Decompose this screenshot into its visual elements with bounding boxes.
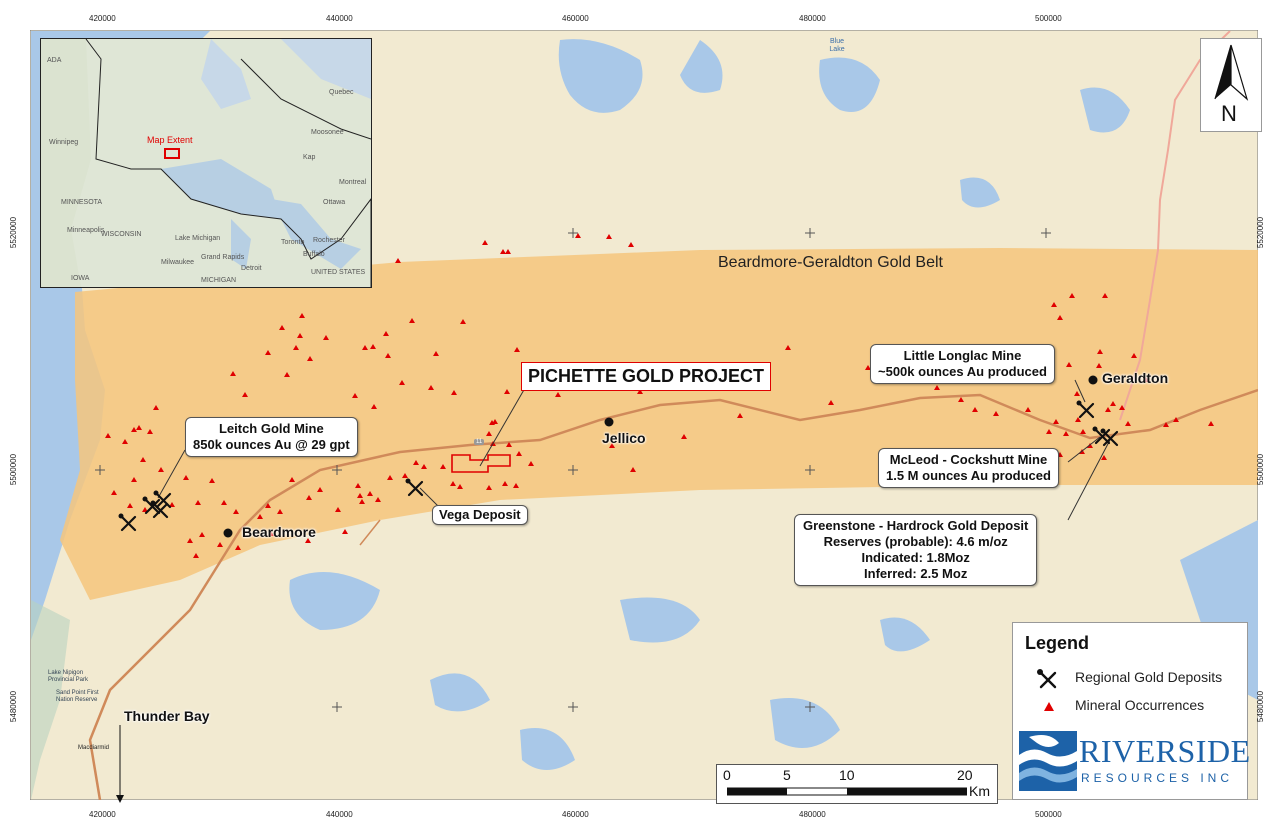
callout-little-longlac-detail: ~500k ounces Au produced: [878, 364, 1047, 379]
inset-label-detroit: Detroit: [241, 265, 262, 272]
coord-right-5520000: 5520000: [1256, 216, 1266, 249]
coord-bottom-460000: 460000: [562, 810, 589, 819]
legend-mineral-occurrences: Mineral Occurrences: [1075, 697, 1205, 713]
callout-greenstone-indicated: Indicated: 1.8Moz: [861, 550, 970, 565]
inset-label-rochester: Rochester: [313, 237, 345, 244]
macdiarmid-label: Macdiarmid: [78, 745, 110, 751]
scale-tick-5: 5: [783, 767, 791, 783]
town-thunder-bay: Thunder Bay: [124, 708, 210, 724]
scale-tick-0: 0: [723, 767, 731, 783]
inset-label-united-states: UNITED STATES: [311, 269, 366, 276]
town-geraldton: Geraldton: [1102, 370, 1169, 386]
inset-label-lake-michigan: Lake Michigan: [175, 235, 221, 242]
town-jellico: Jellico: [602, 430, 646, 446]
callout-little-longlac-title: Little Longlac Mine: [903, 348, 1022, 363]
coord-left-5480000: 5480000: [9, 690, 19, 723]
inset-label-ada: ADA: [47, 57, 62, 64]
inset-label-moosonee: Moosonee: [311, 129, 344, 136]
callout-leitch: Leitch Gold Mine 850k ounces Au @ 29 gpt: [185, 417, 358, 457]
scale-tick-20: 20: [957, 767, 973, 783]
project-label: PICHETTE GOLD PROJECT: [521, 362, 772, 391]
inset-label-michigan: MICHIGAN: [201, 277, 236, 284]
callout-greenstone-inferred: Inferred: 2.5 Moz: [864, 566, 968, 581]
callout-vega: Vega Deposit: [432, 505, 528, 525]
park-label: Lake Nipigon Provincial Park: [48, 670, 89, 683]
callout-mcleod-title: McLeod - Cockshutt Mine: [889, 452, 1048, 467]
inset-label-iowa: IOWA: [71, 275, 90, 282]
legend-regional-gold-deposits: Regional Gold Deposits: [1075, 669, 1223, 685]
coord-bottom-480000: 480000: [799, 810, 826, 819]
riverside-wave-icon: [1019, 731, 1077, 791]
logo-sub: RESOURCES INC: [1081, 771, 1234, 785]
scale-bar: 0 5 10 20 Km: [716, 764, 998, 804]
inset-label-milwaukee: Milwaukee: [161, 259, 195, 266]
reserve-label: Sand Point First Nation Reserve: [56, 690, 99, 703]
callout-vega-title: Vega Deposit: [439, 507, 521, 522]
inset-locator-map: ADA Winnipeg Quebec Moosonee Kap Ottawa …: [40, 38, 372, 288]
inset-label-minnesota: MINNESOTA: [61, 199, 103, 206]
coord-bottom-420000: 420000: [89, 810, 116, 819]
callout-leitch-title: Leitch Gold Mine: [218, 421, 324, 436]
inset-label-quebec: Quebec: [329, 89, 354, 96]
north-arrow: N: [1200, 38, 1262, 132]
belt-label: Beardmore-Geraldton Gold Belt: [718, 254, 943, 271]
inset-label-montreal: Montreal: [339, 179, 367, 186]
inset-label-minneapolis: Minneapolis: [67, 227, 105, 234]
inset-label-buffalo: Buffalo: [303, 251, 325, 258]
coord-right-5500000: 5500000: [1256, 453, 1266, 486]
coord-bottom-500000: 500000: [1035, 810, 1062, 819]
highway-shield: 11: [474, 439, 485, 445]
scale-tick-10: 10: [839, 767, 855, 783]
north-label: N: [1221, 101, 1237, 126]
riverside-logo: RIVERSIDE RESOURCES INC: [1012, 723, 1251, 800]
coord-top-440000: 440000: [326, 14, 353, 23]
inset-label-toronto: Toronto: [281, 239, 305, 246]
callout-mcleod: McLeod - Cockshutt Mine 1.5 M ounces Au …: [878, 448, 1059, 488]
callout-mcleod-detail: 1.5 M ounces Au produced: [886, 468, 1051, 483]
inset-label-grand-rapids: Grand Rapids: [201, 254, 245, 261]
legend-title: Legend: [1025, 633, 1090, 653]
legend-triangle-icon: [1044, 702, 1054, 711]
scale-unit: Km: [969, 783, 990, 799]
coord-bottom-440000: 440000: [326, 810, 353, 819]
callout-greenstone-reserves: Reserves (probable): 4.6 m/oz: [823, 534, 1008, 549]
coord-left-5500000: 5500000: [9, 453, 19, 486]
coord-top-460000: 460000: [562, 14, 589, 23]
legend-pick-hammer-icon: [1037, 669, 1057, 689]
inset-label-kap: Kap: [303, 154, 316, 161]
inset-label-wisconsin: WISCONSIN: [101, 231, 142, 238]
callout-greenstone-title: Greenstone - Hardrock Gold Deposit: [803, 518, 1029, 533]
coord-top-480000: 480000: [799, 14, 826, 23]
coord-right-5480000: 5480000: [1256, 690, 1266, 723]
inset-label-ottawa: Ottawa: [323, 199, 346, 206]
callout-little-longlac: Little Longlac Mine ~500k ounces Au prod…: [870, 344, 1055, 384]
legend: Legend Regional Gold Deposits Mineral Oc…: [1012, 622, 1248, 725]
inset-label-winnipeg: Winnipeg: [49, 139, 79, 146]
coord-left-5520000: 5520000: [9, 216, 19, 249]
coord-top-500000: 500000: [1035, 14, 1062, 23]
logo-name: RIVERSIDE: [1079, 733, 1251, 769]
coord-top-420000: 420000: [89, 14, 116, 23]
inset-map-extent-label: Map Extent: [147, 135, 193, 145]
lake-label: Blue Lake: [829, 38, 845, 53]
callout-leitch-detail: 850k ounces Au @ 29 gpt: [193, 437, 350, 452]
town-beardmore: Beardmore: [242, 524, 316, 540]
callout-greenstone: Greenstone - Hardrock Gold Deposit Reser…: [794, 514, 1038, 586]
